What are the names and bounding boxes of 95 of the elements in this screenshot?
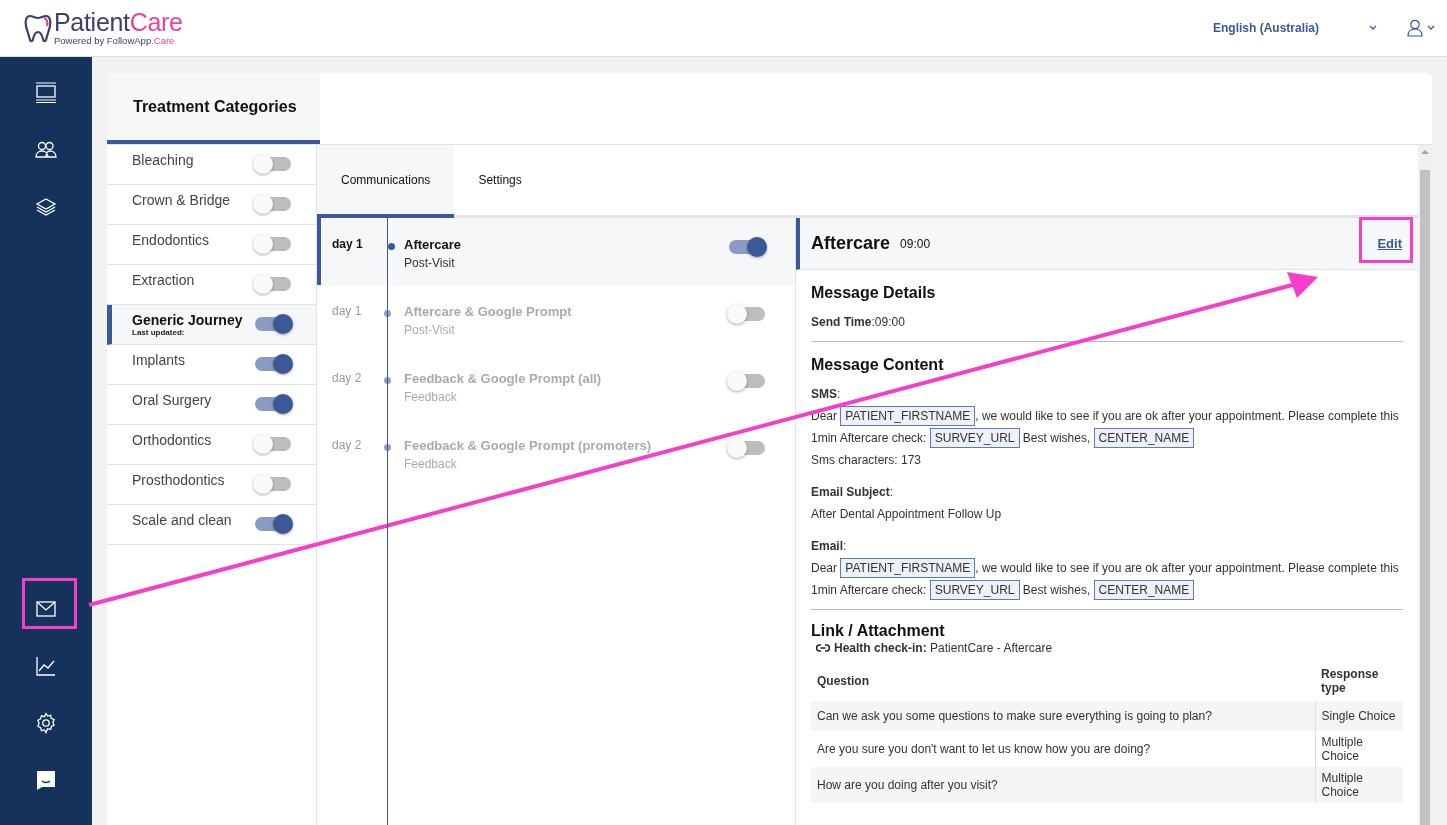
category-item[interactable]: Implants — [107, 345, 316, 385]
category-name: Crown & Bridge — [132, 192, 232, 208]
send-time-label: 09:00 — [900, 236, 932, 251]
table-cell: Can we ask you some questions to make sure everything is going to plan? — [811, 701, 1315, 731]
line-chart-icon[interactable] — [34, 654, 58, 678]
table-cell: How are you doing after you visit? — [811, 767, 1315, 803]
edit-link[interactable]: Edit — [1377, 236, 1402, 251]
tab[interactable]: Communications — [317, 145, 455, 218]
toggle-switch[interactable] — [729, 307, 765, 321]
toggle-switch[interactable] — [255, 197, 291, 211]
toggle-switch[interactable] — [729, 441, 765, 455]
category-item[interactable]: Scale and clean — [107, 505, 316, 545]
timeline-dot — [384, 377, 391, 384]
category-name: Orthodontics — [132, 432, 213, 448]
timeline-dot — [384, 444, 391, 451]
email-subject-label: Email Subject: — [811, 484, 895, 501]
merge-tag: CENTER_NAME — [1093, 428, 1195, 448]
category-item[interactable]: Crown & Bridge — [107, 185, 316, 225]
day-label: day 1 — [332, 237, 364, 253]
merge-tag: PATIENT_FIRSTNAME — [840, 558, 976, 578]
toggle-switch[interactable] — [255, 237, 291, 251]
category-item[interactable]: Endodontics — [107, 225, 316, 265]
table-cell: Multiple Choice — [1315, 767, 1403, 803]
toggle-switch[interactable] — [255, 317, 291, 331]
message-title: Aftercare — [811, 233, 891, 254]
communication-title: Feedback & Google Prompt (promoters) — [404, 438, 653, 453]
sms-character-count: Sms characters: 173 — [811, 452, 923, 469]
toggle-switch[interactable] — [255, 477, 291, 491]
category-name: Implants — [132, 352, 186, 368]
category-item[interactable]: Orthodontics — [107, 425, 316, 465]
chevron-down-icon[interactable] — [1369, 25, 1377, 31]
email-label: Email: — [811, 538, 848, 555]
link-icon — [816, 644, 830, 652]
toggle-switch[interactable] — [255, 517, 291, 531]
highlight-frame — [22, 578, 77, 629]
day-label: day 1 — [332, 304, 363, 320]
user-icon[interactable] — [1407, 19, 1423, 37]
chevron-down-icon[interactable] — [1427, 25, 1435, 31]
language-select[interactable]: English (Australia) — [1213, 21, 1319, 35]
timeline-dot — [384, 310, 391, 317]
toggle-switch[interactable] — [255, 357, 291, 371]
email-message-text: Dear PATIENT_FIRSTNAME , we would like to see if you are ok after your appointment. Please complete this 1min Aftercare check: SURVEY_URL Best wishes, CENTER_NAME — [811, 557, 1403, 601]
health-check-link-text: Health check-in: PatientCare - Aftercare — [834, 641, 1053, 655]
communication-title: Feedback & Google Prompt (all) — [404, 371, 603, 386]
category-item[interactable]: Oral Surgery — [107, 385, 316, 425]
category-name: Scale and clean — [132, 512, 233, 528]
logo-title: PatientCare — [54, 10, 183, 36]
panel-title: Treatment Categories — [107, 73, 320, 144]
settings-icon[interactable] — [34, 711, 58, 735]
section-heading: Link / Attachment — [811, 622, 946, 640]
communication-item[interactable]: day 1 Aftercare Post-Visit — [317, 218, 795, 285]
day-label: day 2 — [332, 438, 363, 454]
column-header: Question — [811, 661, 1315, 701]
table-cell: Are you sure you don't want to let us know how you are doing? — [811, 731, 1315, 767]
logo-tagline: Powered by FollowApp.Care — [54, 36, 176, 46]
category-item[interactable]: Prosthodontics — [107, 465, 316, 505]
highlight-frame — [1359, 217, 1413, 263]
toggle-switch[interactable] — [255, 437, 291, 451]
toggle-switch[interactable] — [255, 277, 291, 291]
merge-tag: SURVEY_URL — [929, 428, 1020, 448]
category-name: Bleaching — [132, 152, 195, 168]
category-item[interactable]: Bleaching — [107, 145, 316, 185]
toggle-switch[interactable] — [255, 157, 291, 171]
day-label: day 2 — [332, 371, 363, 387]
category-name: Generic Journey — [132, 312, 244, 328]
chat-icon[interactable] — [34, 768, 58, 792]
sms-label: SMS: — [811, 386, 842, 403]
communication-title: Aftercare — [404, 237, 463, 252]
category-name: Endodontics — [132, 232, 211, 248]
toggle-switch[interactable] — [255, 397, 291, 411]
email-subject-text: After Dental Appointment Follow Up — [811, 506, 1003, 523]
category-name: Prosthodontics — [132, 472, 226, 488]
toggle-switch[interactable] — [729, 240, 765, 254]
communication-type: Feedback — [404, 457, 458, 471]
section-heading: Message Content — [811, 356, 945, 374]
tab[interactable]: Settings — [454, 145, 546, 218]
category-item[interactable]: Generic Journey Last updated: — [107, 305, 316, 345]
communication-title: Aftercare & Google Prompt — [404, 304, 573, 319]
send-time-text: Send Time:09:00 — [811, 314, 906, 331]
communication-type: Post-Visit — [404, 323, 456, 337]
scrollbar[interactable] — [1418, 145, 1432, 825]
merge-tag: PATIENT_FIRSTNAME — [840, 406, 976, 426]
monitor-icon[interactable] — [34, 81, 58, 105]
category-name: Extraction — [132, 272, 196, 288]
tooth-logo-icon — [24, 13, 52, 43]
merge-tag: CENTER_NAME — [1093, 580, 1195, 600]
category-name: Oral Surgery — [132, 392, 213, 408]
communication-type: Post-Visit — [404, 256, 456, 270]
section-heading: Message Details — [811, 284, 937, 302]
merge-tag: SURVEY_URL — [929, 580, 1020, 600]
communication-type: Feedback — [404, 390, 458, 404]
last-updated-label: Last updated: — [132, 328, 186, 337]
column-header: Response type — [1315, 661, 1403, 701]
table-cell: Single Choice — [1315, 701, 1403, 731]
toggle-switch[interactable] — [729, 374, 765, 388]
